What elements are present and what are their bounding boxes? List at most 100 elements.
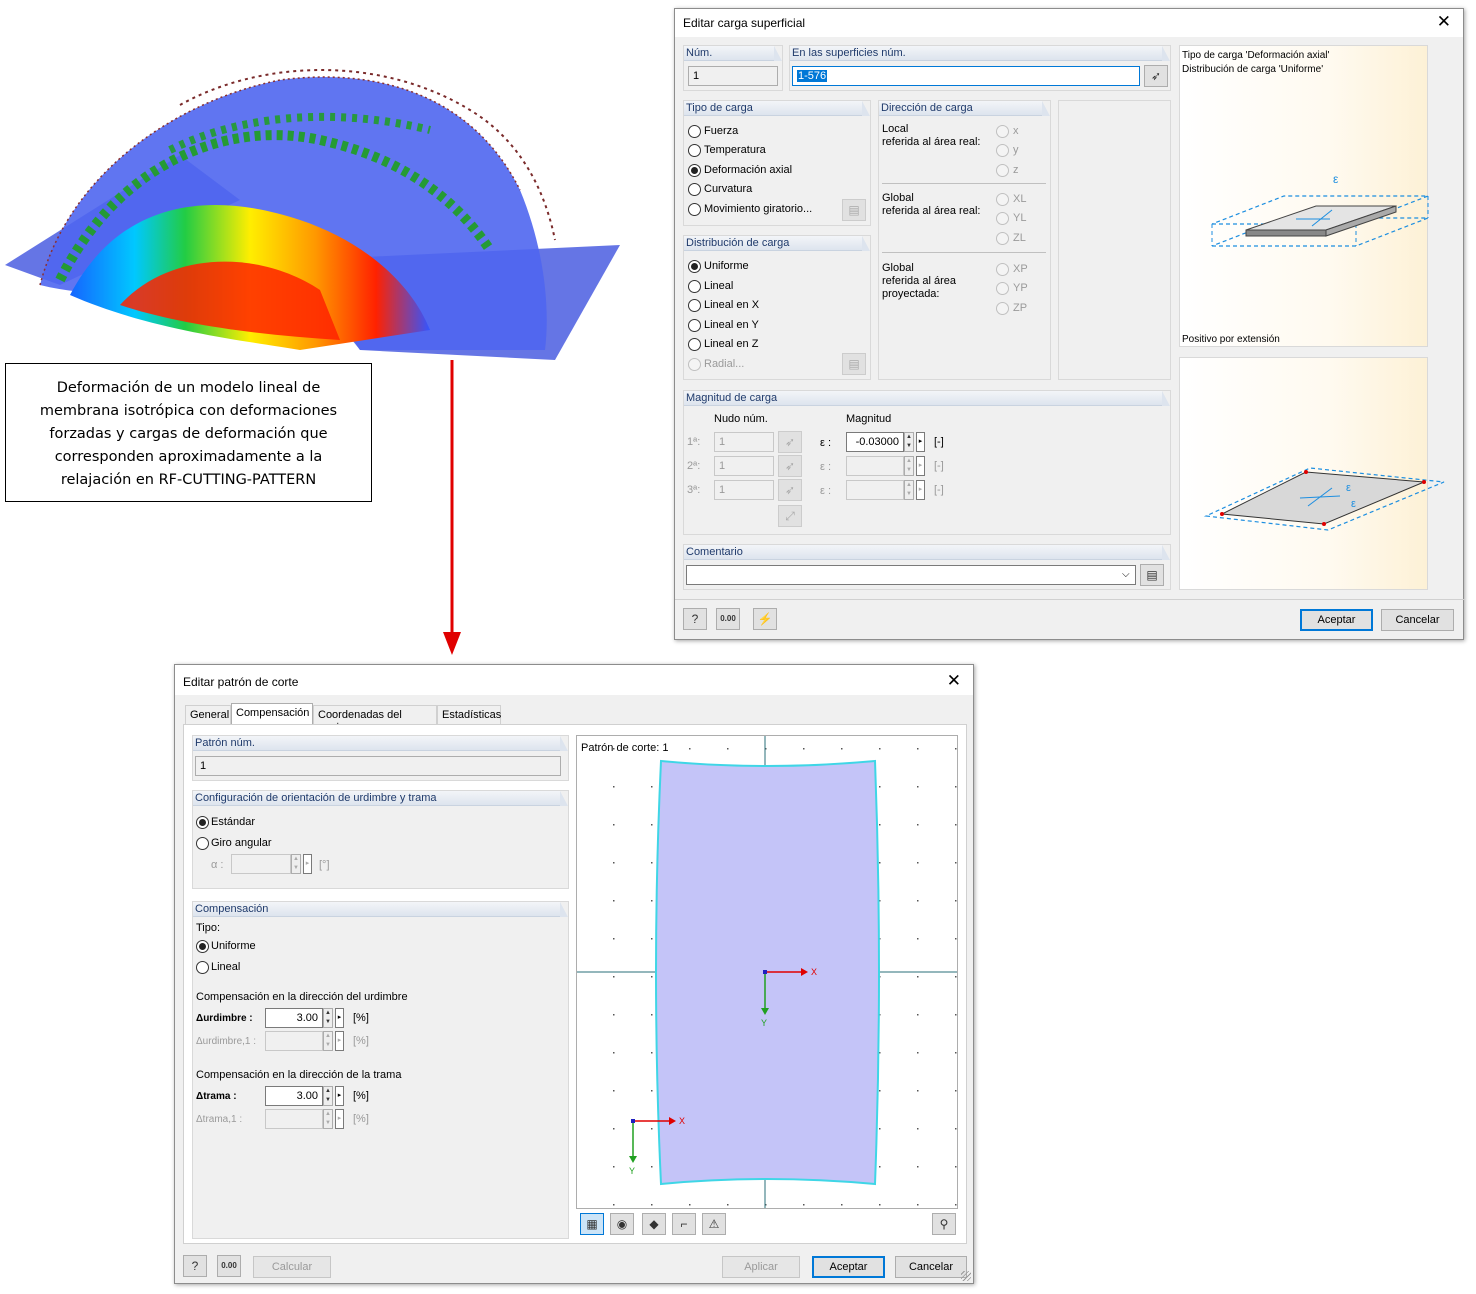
local-label: Local	[882, 123, 909, 135]
grid-dot	[917, 862, 919, 864]
grid-dot	[917, 938, 919, 940]
radio-linear[interactable]	[688, 280, 701, 293]
comment-library-button[interactable]: ▤	[1140, 564, 1164, 586]
radio-linear-z[interactable]	[688, 338, 701, 351]
axis-y-label: Y	[761, 1018, 768, 1028]
accept-button[interactable]: Aceptar	[812, 1256, 885, 1278]
units-decimals-icon[interactable]: 0.00	[716, 608, 740, 630]
radio-linear-x[interactable]	[688, 299, 701, 312]
help-icon[interactable]: ?	[183, 1255, 207, 1277]
warp-menu-button[interactable]: ▸	[335, 1008, 344, 1028]
radio-proj-xp[interactable]	[996, 263, 1009, 276]
note-line: corresponden aproximadamente a la	[54, 449, 323, 465]
row-2-magnitude-input[interactable]	[846, 456, 904, 476]
tab-general[interactable]: General	[185, 705, 231, 725]
tab-statistics[interactable]: Estadísticas	[437, 705, 501, 725]
close-icon[interactable]: ✕	[947, 671, 961, 691]
radio-local-y[interactable]	[996, 144, 1009, 157]
help-icon[interactable]: ?	[683, 608, 707, 630]
tab-compensation[interactable]: Compensación	[231, 703, 313, 725]
preview-distribution-text: Distribución de carga 'Uniforme'	[1182, 64, 1324, 75]
radio-global-xl[interactable]	[996, 193, 1009, 206]
weft1-menu-button[interactable]: ▸	[335, 1109, 344, 1129]
close-icon[interactable]: ✕	[1437, 12, 1451, 32]
row-1-node-select[interactable]: 1	[714, 432, 774, 452]
calculate-button[interactable]: Calcular	[253, 1256, 331, 1278]
load-type-header: Tipo de carga	[684, 101, 870, 116]
apply-button[interactable]: Aplicar	[722, 1256, 800, 1278]
weft-input[interactable]: 3.00	[265, 1086, 323, 1106]
alpha-menu-button[interactable]: ▸	[303, 854, 312, 874]
warp1-spinner[interactable]: ▲ ▼	[323, 1031, 333, 1051]
radio-force[interactable]	[688, 125, 701, 138]
row-3-magnitude-input[interactable]	[846, 480, 904, 500]
cancel-button[interactable]: Cancelar	[1381, 609, 1454, 631]
alpha-spinner[interactable]: ▲ ▼	[291, 854, 301, 874]
note-line: forzadas y cargas de deformación que	[49, 426, 328, 442]
units-icon-text: 0.00	[720, 614, 736, 623]
surfaces-input[interactable]: 1-576	[792, 66, 1140, 86]
radio-angular-rotation[interactable]	[196, 837, 209, 850]
radio-axial-deformation[interactable]	[688, 164, 701, 177]
radio-comp-uniform[interactable]	[196, 940, 209, 953]
row-2-menu-button[interactable]: ▸	[916, 456, 925, 476]
row-2-spinner[interactable]: ▲ ▼	[904, 456, 914, 476]
rotary-motion-edit-button[interactable]: ▤	[842, 199, 866, 221]
radio-radial[interactable]	[688, 358, 701, 371]
radio-uniform[interactable]	[688, 260, 701, 273]
tab-strip: General Compensación Coordenadas del pun…	[183, 703, 967, 733]
projected-label-3: proyectada:	[882, 288, 940, 300]
radio-linear-y[interactable]	[688, 319, 701, 332]
pattern-number-field[interactable]: 1	[195, 756, 561, 776]
num-field[interactable]: 1	[688, 66, 778, 86]
radio-curvature[interactable]	[688, 183, 701, 196]
row-3-menu-button[interactable]: ▸	[916, 480, 925, 500]
radio-proj-yp[interactable]	[996, 282, 1009, 295]
radio-local-x[interactable]	[996, 125, 1009, 138]
radio-standard[interactable]	[196, 816, 209, 829]
radio-local-z[interactable]	[996, 164, 1009, 177]
axes-icon[interactable]: ⌐	[672, 1213, 696, 1235]
row-3-pick-node-button[interactable]: ➶	[778, 479, 802, 501]
row-1-magnitude-input[interactable]: -0.03000	[846, 432, 904, 452]
warp1-menu-button[interactable]: ▸	[335, 1031, 344, 1051]
comment-input[interactable]	[686, 565, 1136, 585]
mirror-icon[interactable]: ⚠	[702, 1213, 726, 1235]
load-wizard-icon[interactable]: ⚡	[753, 608, 777, 630]
weft1-spinner[interactable]: ▲ ▼	[323, 1109, 333, 1129]
radio-global-yl[interactable]	[996, 212, 1009, 225]
chevron-down-icon[interactable]: ⌵	[1122, 569, 1130, 580]
weft-menu-button[interactable]: ▸	[335, 1086, 344, 1106]
zoom-icon[interactable]: ⚲	[932, 1213, 956, 1235]
row-3-node-select[interactable]: 1	[714, 480, 774, 500]
resize-grip-icon[interactable]	[961, 1271, 971, 1281]
surface-view-icon[interactable]: ◆	[642, 1213, 666, 1235]
view-options-icon[interactable]: ▦	[580, 1213, 604, 1235]
row-2-pick-node-button[interactable]: ➶	[778, 455, 802, 477]
units-decimals-icon[interactable]: 0.00	[217, 1255, 241, 1277]
warp1-input[interactable]	[265, 1031, 323, 1051]
weft-spinner[interactable]: ▲ ▼	[323, 1086, 333, 1106]
cancel-button[interactable]: Cancelar	[895, 1256, 967, 1278]
alpha-input[interactable]	[231, 854, 291, 874]
row-1-spinner[interactable]: ▲ ▼	[904, 432, 914, 452]
weft1-input[interactable]	[265, 1109, 323, 1129]
radio-proj-zp[interactable]	[996, 302, 1009, 315]
pick-three-nodes-button[interactable]: ⤢	[778, 505, 802, 527]
warp-input[interactable]: 3.00	[265, 1008, 323, 1028]
radio-rotary-motion[interactable]	[688, 203, 701, 216]
radio-comp-linear[interactable]	[196, 961, 209, 974]
warp-spinner[interactable]: ▲ ▼	[323, 1008, 333, 1028]
projected-label: Global	[882, 262, 914, 274]
row-1-pick-node-button[interactable]: ➶	[778, 431, 802, 453]
row-1-menu-button[interactable]: ▸	[916, 432, 925, 452]
display-icon[interactable]: ◉	[610, 1213, 634, 1235]
row-2-node-select[interactable]: 1	[714, 456, 774, 476]
pick-surfaces-button[interactable]: ➶	[1144, 65, 1168, 87]
accept-button[interactable]: Aceptar	[1300, 609, 1373, 631]
tab-point-coordinates[interactable]: Coordenadas del punto	[313, 705, 437, 733]
radio-temperature[interactable]	[688, 144, 701, 157]
radial-edit-button[interactable]: ▤	[842, 353, 866, 375]
radio-global-zl[interactable]	[996, 232, 1009, 245]
row-3-spinner[interactable]: ▲ ▼	[904, 480, 914, 500]
